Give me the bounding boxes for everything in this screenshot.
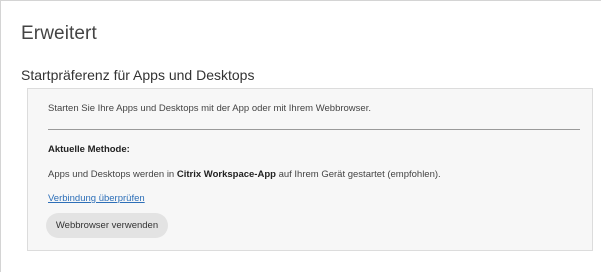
divider (48, 129, 580, 130)
method-text-app-name: Citrix Workspace-App (176, 169, 276, 180)
verify-connection-link[interactable]: Verbindung überprüfen (48, 193, 145, 204)
intro-text: Starten Sie Ihre Apps und Desktops mit d… (48, 103, 371, 114)
current-method-text: Apps und Desktops werden in Citrix Works… (48, 169, 441, 180)
launch-preference-panel: Starten Sie Ihre Apps und Desktops mit d… (27, 88, 593, 251)
use-web-browser-button[interactable]: Webbrowser verwenden (46, 213, 168, 238)
page-title: Erweitert (21, 23, 97, 44)
settings-frame: Erweitert Startpräferenz für Apps und De… (0, 0, 601, 272)
current-method-label: Aktuelle Methode: (48, 144, 130, 155)
section-title: Startpräferenz für Apps und Desktops (21, 67, 255, 83)
method-text-suffix: auf Ihrem Gerät gestartet (empfohlen). (275, 169, 441, 180)
method-text-prefix: Apps und Desktops werden in (48, 169, 177, 180)
